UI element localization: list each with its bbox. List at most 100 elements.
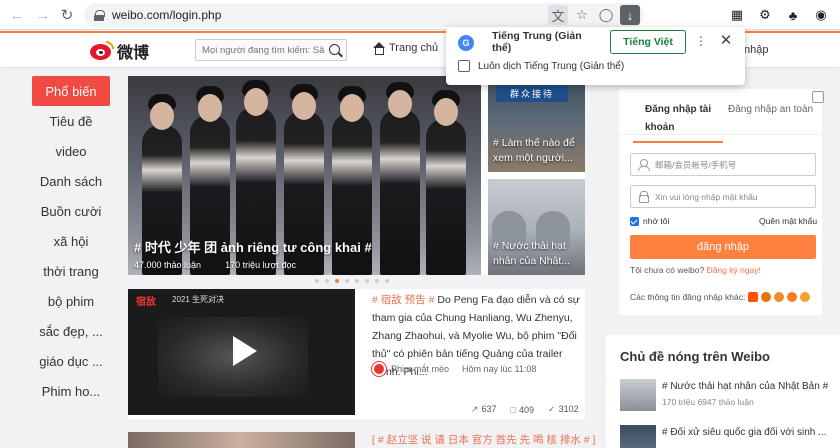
search-icon[interactable] bbox=[329, 44, 340, 55]
topic-thumbnail[interactable] bbox=[620, 379, 656, 411]
always-translate-checkbox[interactable] bbox=[458, 60, 470, 72]
share-button[interactable]: ↗ 637 bbox=[471, 404, 497, 415]
tab-secure-login[interactable]: Đăng nhập an toàn bbox=[728, 101, 813, 119]
register-link[interactable]: Đăng ký ngay! bbox=[707, 265, 761, 275]
search-input[interactable] bbox=[202, 44, 324, 56]
taobao-icon[interactable] bbox=[748, 292, 759, 302]
carousel-dot-active[interactable] bbox=[335, 279, 339, 283]
sidebar-item-headlines[interactable]: Tiêu đề bbox=[32, 106, 110, 136]
source-language-tab[interactable]: Tiếng Trung (Giản thể) bbox=[492, 30, 598, 54]
like-icon: ✓ bbox=[548, 404, 556, 414]
search-box bbox=[195, 39, 347, 61]
url-text[interactable]: weibo.com/login.php bbox=[112, 8, 221, 22]
mail-icon[interactable] bbox=[800, 292, 811, 302]
list-item[interactable]: # Nước thải hạt nhân của Nhật Bản # 170 … bbox=[620, 379, 840, 415]
carousel-dot[interactable] bbox=[365, 279, 369, 283]
remember-checkbox[interactable] bbox=[630, 216, 639, 226]
video-thumbnail[interactable]: 宿敌 2021 生死对决 bbox=[128, 289, 355, 415]
username-placeholder: 邮箱/会员帐号/手机号 bbox=[655, 159, 737, 170]
alipay-icon[interactable] bbox=[774, 292, 785, 302]
other-login-methods: Các thông tin đăng nhập khác: bbox=[630, 292, 811, 302]
sidebar-item-video[interactable]: video bbox=[32, 136, 110, 166]
hero-slide[interactable]: # 时代 少年 团 ảnh riêng tư công khai # 47.00… bbox=[128, 76, 481, 275]
star-icon[interactable]: ☆ bbox=[572, 5, 592, 25]
topic-thumbnail[interactable] bbox=[620, 425, 656, 448]
puzzle-icon[interactable]: ♣ bbox=[782, 4, 804, 26]
play-icon[interactable] bbox=[227, 336, 257, 366]
hero-title[interactable]: # 时代 少年 团 ảnh riêng tư công khai # bbox=[134, 237, 372, 256]
sidebar-item-society[interactable]: xã hội bbox=[32, 226, 110, 256]
carousel-dot[interactable] bbox=[325, 279, 329, 283]
close-icon[interactable]: ✕ bbox=[717, 31, 735, 49]
comment-icon: □ bbox=[510, 404, 517, 415]
carousel-dot[interactable] bbox=[385, 279, 389, 283]
more-options-icon[interactable]: ⋮ bbox=[695, 34, 707, 48]
feed-tags[interactable]: [ # 赵立坚 说 请 日本 官方 首先 先 喝 核 排水 # ] bbox=[372, 432, 595, 447]
always-translate-option[interactable]: Luôn dịch Tiếng Trung (Giản thể) bbox=[458, 60, 624, 72]
username-field[interactable]: 邮箱/会员帐号/手机号 bbox=[630, 153, 816, 176]
register-prompt: Tôi chưa có weibo? Đăng ký ngay! bbox=[630, 265, 761, 275]
reload-icon[interactable]: ↻ bbox=[54, 2, 80, 28]
qr-icon[interactable] bbox=[812, 91, 824, 103]
other-methods-label: Các thông tin đăng nhập khác: bbox=[630, 292, 746, 302]
sidebar-item-movies[interactable]: bộ phim bbox=[32, 286, 110, 316]
video-thumbnail[interactable] bbox=[128, 432, 355, 448]
sidebar-item-list[interactable]: Danh sách bbox=[32, 166, 110, 196]
back-icon[interactable]: ← bbox=[4, 2, 30, 28]
profile-icon[interactable]: ◉ bbox=[810, 4, 832, 26]
author-name[interactable]: Phim mắt mèo bbox=[391, 364, 449, 374]
carousel-dot[interactable] bbox=[375, 279, 379, 283]
lock-icon bbox=[638, 191, 649, 203]
address-bar[interactable]: weibo.com/login.php 文 ☆ ◯ ↓ bbox=[84, 3, 644, 27]
shield-icon[interactable]: ◯ bbox=[596, 5, 616, 25]
download-icon[interactable]: ↓ bbox=[620, 5, 640, 25]
sidebar-item-tv[interactable]: Phim ho... bbox=[32, 376, 110, 406]
tab-account-login[interactable]: Đăng nhập tài khoản bbox=[633, 101, 723, 143]
home-link[interactable]: Trang chủ bbox=[372, 42, 439, 55]
sidebar-item-popular[interactable]: Phổ biến bbox=[32, 76, 110, 106]
like-button[interactable]: ✓ 3102 bbox=[548, 404, 579, 415]
comment-button[interactable]: □ 409 bbox=[511, 405, 534, 415]
carousel-thumb[interactable]: 群众接待 # Làm thế nào để xem một người... bbox=[488, 76, 585, 172]
password-field[interactable]: Xin vui lòng nhập mật khẩu bbox=[630, 185, 816, 208]
forgot-password-link[interactable]: Quên mật khẩu bbox=[759, 216, 817, 226]
list-item[interactable]: # Đối xử siêu quốc gia đối với sinh ... bbox=[620, 425, 840, 448]
carousel-dot[interactable] bbox=[315, 279, 319, 283]
qq-icon[interactable] bbox=[761, 292, 772, 302]
share-icon: ↗ bbox=[471, 404, 479, 414]
video-badge: 宿敌 bbox=[136, 297, 156, 308]
sidebar-item-beauty[interactable]: sắc đẹp, ... bbox=[32, 316, 110, 346]
hero-meta: 47.000 thảo luận 170 triệu lượt đọc bbox=[134, 260, 296, 270]
sidebar-item-fashion[interactable]: thời trang bbox=[32, 256, 110, 286]
topic-name[interactable]: # Đối xử siêu quốc gia đối với sinh ... bbox=[662, 427, 826, 438]
extension-icon[interactable]: ⚙ bbox=[754, 4, 776, 26]
translate-icon[interactable]: 文 bbox=[548, 5, 568, 25]
remember-me[interactable]: nhớ tôi bbox=[630, 216, 669, 226]
sidebar-item-education[interactable]: giáo dục ... bbox=[32, 346, 110, 376]
browser-toolbar: ← → ↻ weibo.com/login.php 文 ☆ ◯ ↓ ▦ ⚙ ♣ … bbox=[0, 0, 840, 30]
avatar[interactable] bbox=[372, 362, 386, 376]
login-panel: Đăng nhập tài khoản Đăng nhập an toàn 邮箱… bbox=[619, 89, 824, 315]
carousel-thumb[interactable]: # Nước thải hạt nhân của Nhật... bbox=[488, 179, 585, 275]
user-icon bbox=[638, 159, 650, 171]
home-label: Trang chủ bbox=[389, 42, 439, 54]
carousel-dot[interactable] bbox=[345, 279, 349, 283]
post-time: Hôm nay lúc 11:08 bbox=[462, 364, 537, 374]
video-badge-sub: 2021 生死对决 bbox=[172, 295, 225, 304]
topic-name[interactable]: # Nước thải hạt nhân của Nhật Bản # bbox=[662, 381, 828, 392]
wechat-icon[interactable] bbox=[787, 292, 798, 302]
forward-icon[interactable]: → bbox=[30, 2, 56, 28]
carousel-dot[interactable] bbox=[355, 279, 359, 283]
feed-tags[interactable]: # 宿敌 预告 # bbox=[372, 294, 434, 306]
image-extension-icon[interactable]: ▦ bbox=[726, 4, 748, 26]
hero-discussions: 47.000 thảo luận bbox=[134, 260, 202, 270]
thumb-sign: 群众接待 bbox=[496, 84, 568, 102]
target-language-tab[interactable]: Tiếng Việt bbox=[610, 30, 686, 54]
thumb-caption: # Làm thế nào để xem một người... bbox=[493, 137, 575, 164]
login-button[interactable]: đăng nhập bbox=[630, 235, 816, 259]
weibo-logo[interactable]: 微博 bbox=[90, 39, 149, 63]
always-translate-label: Luôn dịch Tiếng Trung (Giản thể) bbox=[478, 60, 625, 72]
sidebar-item-funny[interactable]: Buồn cười bbox=[32, 196, 110, 226]
header-login-link[interactable]: nhập bbox=[744, 44, 768, 56]
feed-item: 宿敌 2021 生死对决 # 宿敌 预告 # Do Peng Fa đạo di… bbox=[128, 289, 585, 419]
